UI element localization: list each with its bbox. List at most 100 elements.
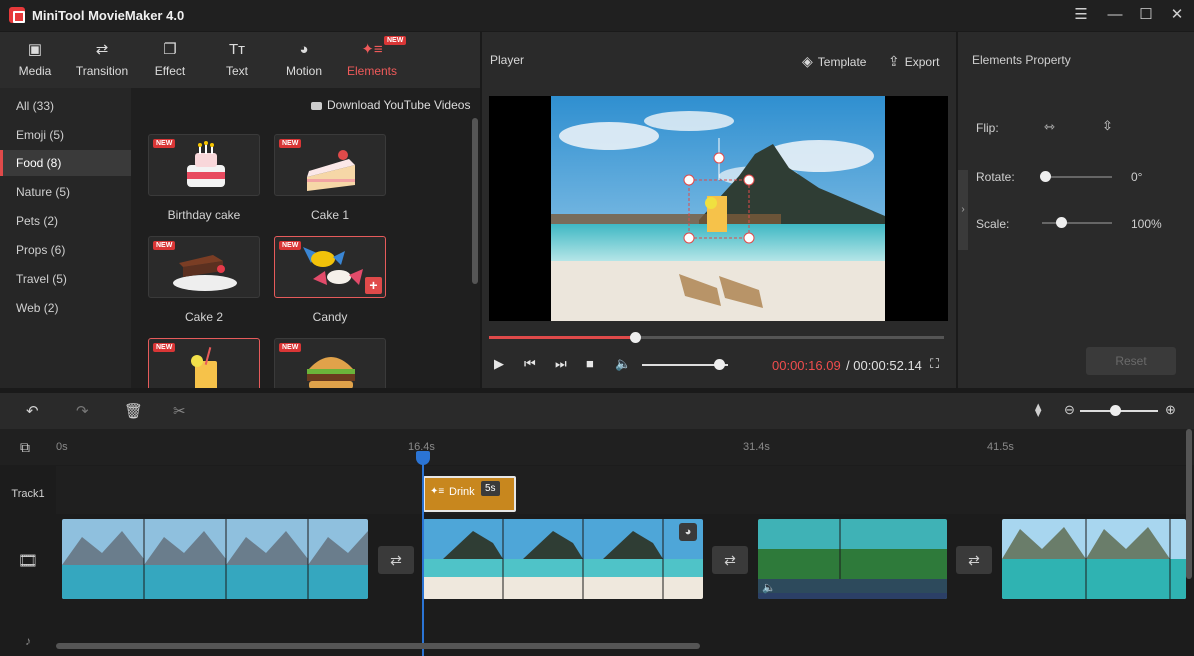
video-clip[interactable] bbox=[62, 519, 368, 599]
elements-tab-label: Elements bbox=[342, 64, 402, 78]
maximize-button[interactable]: ☐ bbox=[1133, 4, 1159, 26]
add-element-button[interactable]: + bbox=[365, 277, 382, 294]
effect-icon: ❐ bbox=[145, 42, 195, 58]
category-props[interactable]: Props (6) bbox=[0, 237, 131, 263]
scale-slider[interactable] bbox=[1042, 222, 1112, 224]
rotate-handle[interactable] bbox=[1040, 171, 1051, 182]
volume-icon[interactable]: 🔈 bbox=[615, 356, 631, 372]
element-cake-2[interactable]: NEW bbox=[148, 236, 260, 298]
media-tab[interactable]: ▣ Media bbox=[10, 32, 60, 88]
clip-effect-icon[interactable]: ◕ bbox=[679, 523, 697, 541]
element-label: Cake 1 bbox=[274, 208, 386, 222]
new-badge: NEW bbox=[279, 139, 301, 148]
transition-icon: ⇄ bbox=[72, 42, 132, 58]
new-badge: NEW bbox=[279, 241, 301, 250]
video-clip[interactable]: 🔈 bbox=[758, 519, 947, 599]
drink-element-clip[interactable]: ✦≡ Drink 5s bbox=[423, 476, 516, 512]
play-button[interactable]: ▶ bbox=[494, 356, 504, 372]
playhead[interactable] bbox=[422, 451, 424, 656]
transition-tab-label: Transition bbox=[72, 64, 132, 78]
new-badge: NEW bbox=[153, 343, 175, 352]
transition-slot-icon[interactable]: ⇄ bbox=[956, 546, 992, 574]
delete-icon[interactable]: 🗑 bbox=[124, 402, 143, 420]
effect-tab[interactable]: ❐ Effect bbox=[145, 32, 195, 88]
element-birthday-cake[interactable]: NEW bbox=[148, 134, 260, 196]
properties-header: Elements Property bbox=[972, 53, 1071, 67]
timeline-horizontal-scrollbar[interactable] bbox=[56, 643, 700, 649]
zoom-fit-icon[interactable]: ⧫ bbox=[1035, 402, 1041, 418]
gallery-scrollbar[interactable] bbox=[472, 118, 478, 284]
category-web[interactable]: Web (2) bbox=[0, 295, 131, 321]
element-cake-1[interactable]: NEW bbox=[274, 134, 386, 196]
text-icon: Tт bbox=[212, 42, 262, 58]
menu-icon[interactable]: ☰ bbox=[1068, 4, 1094, 26]
transition-slot-icon[interactable]: ⇄ bbox=[712, 546, 748, 574]
clip-thumbnail bbox=[1002, 519, 1186, 599]
app-title: MiniTool MovieMaker 4.0 bbox=[32, 8, 184, 23]
flip-vertical-icon[interactable]: ⇳ bbox=[1102, 118, 1113, 134]
video-clip[interactable] bbox=[1002, 519, 1186, 599]
clip-thumbnail bbox=[423, 519, 703, 599]
video-preview[interactable] bbox=[489, 96, 948, 321]
export-button[interactable]: ⇪Export bbox=[888, 53, 939, 70]
youtube-icon bbox=[311, 102, 322, 110]
progress-handle[interactable] bbox=[630, 332, 641, 343]
playback-progress-bar[interactable] bbox=[489, 336, 944, 339]
element-candy[interactable]: NEW + bbox=[274, 236, 386, 298]
element-drink[interactable]: NEW bbox=[148, 338, 260, 388]
app-logo-icon bbox=[9, 7, 25, 23]
template-button[interactable]: ◈Template bbox=[802, 53, 866, 70]
zoom-out-icon[interactable]: ⊖ bbox=[1064, 402, 1075, 418]
reset-button[interactable]: Reset bbox=[1086, 347, 1176, 375]
text-tab[interactable]: Tт Text bbox=[212, 32, 262, 88]
fullscreen-icon[interactable]: ⛶ bbox=[930, 356, 939, 372]
scale-label: Scale: bbox=[976, 217, 1009, 231]
clip-thumbnail bbox=[758, 519, 947, 599]
volume-slider[interactable] bbox=[642, 364, 728, 366]
rotate-slider[interactable] bbox=[1042, 176, 1112, 178]
close-button[interactable]: ✕ bbox=[1164, 4, 1190, 26]
flip-label: Flip: bbox=[976, 121, 999, 135]
total-time: / 00:00:52.14 bbox=[846, 358, 922, 373]
stop-button[interactable]: ■ bbox=[586, 356, 594, 371]
main-toolbar: ▣ Media ⇄ Transition ❐ Effect Tт Text ◕ … bbox=[0, 32, 480, 88]
zoom-in-icon[interactable]: ⊕ bbox=[1165, 402, 1176, 418]
element-clip-label: Drink bbox=[449, 486, 475, 498]
category-food[interactable]: Food (8) bbox=[0, 150, 131, 176]
transition-slot-icon[interactable]: ⇄ bbox=[378, 546, 414, 574]
redo-icon[interactable]: ↷ bbox=[76, 402, 89, 420]
category-all[interactable]: All (33) bbox=[0, 93, 131, 119]
split-icon[interactable]: ✂ bbox=[173, 402, 186, 420]
media-tab-label: Media bbox=[10, 64, 60, 78]
zoom-handle[interactable] bbox=[1110, 405, 1121, 416]
category-list: All (33) Emoji (5) Food (8) Nature (5) P… bbox=[0, 88, 131, 388]
element-burger[interactable]: NEW bbox=[274, 338, 386, 388]
category-emoji[interactable]: Emoji (5) bbox=[0, 122, 131, 148]
minimize-button[interactable]: — bbox=[1102, 4, 1128, 26]
video-track-icon: 🎞 bbox=[0, 551, 56, 571]
download-youtube-link[interactable]: Download YouTube Videos bbox=[311, 98, 470, 112]
scale-handle[interactable] bbox=[1056, 217, 1067, 228]
undo-icon[interactable]: ↶ bbox=[26, 402, 39, 420]
time-ruler[interactable] bbox=[0, 429, 1194, 465]
flip-horizontal-icon[interactable]: ⇿ bbox=[1044, 119, 1055, 135]
preview-frame bbox=[489, 96, 948, 321]
element-label: Candy bbox=[274, 310, 386, 324]
element-label: Birthday cake bbox=[148, 208, 260, 222]
category-nature[interactable]: Nature (5) bbox=[0, 179, 131, 205]
playhead-handle[interactable] bbox=[416, 451, 430, 465]
category-travel[interactable]: Travel (5) bbox=[0, 266, 131, 292]
video-clip-selected[interactable]: ◕ bbox=[423, 519, 703, 599]
add-track-icon[interactable]: ⧉ bbox=[20, 439, 30, 456]
transition-tab[interactable]: ⇄ Transition bbox=[72, 32, 132, 88]
motion-tab[interactable]: ◕ Motion bbox=[279, 32, 329, 88]
title-bar: MiniTool MovieMaker 4.0 ☰ — ☐ ✕ bbox=[0, 0, 1194, 31]
category-pets[interactable]: Pets (2) bbox=[0, 208, 131, 234]
zoom-slider[interactable] bbox=[1080, 410, 1158, 412]
previous-frame-button[interactable]: ⏮ bbox=[524, 356, 536, 372]
motion-icon: ◕ bbox=[279, 42, 329, 58]
next-frame-button[interactable]: ⏭ bbox=[555, 356, 567, 372]
timeline-vertical-scrollbar[interactable] bbox=[1186, 429, 1192, 579]
collapse-panel-icon[interactable]: › bbox=[958, 170, 968, 250]
total-time-value: 00:00:52.14 bbox=[853, 358, 922, 373]
